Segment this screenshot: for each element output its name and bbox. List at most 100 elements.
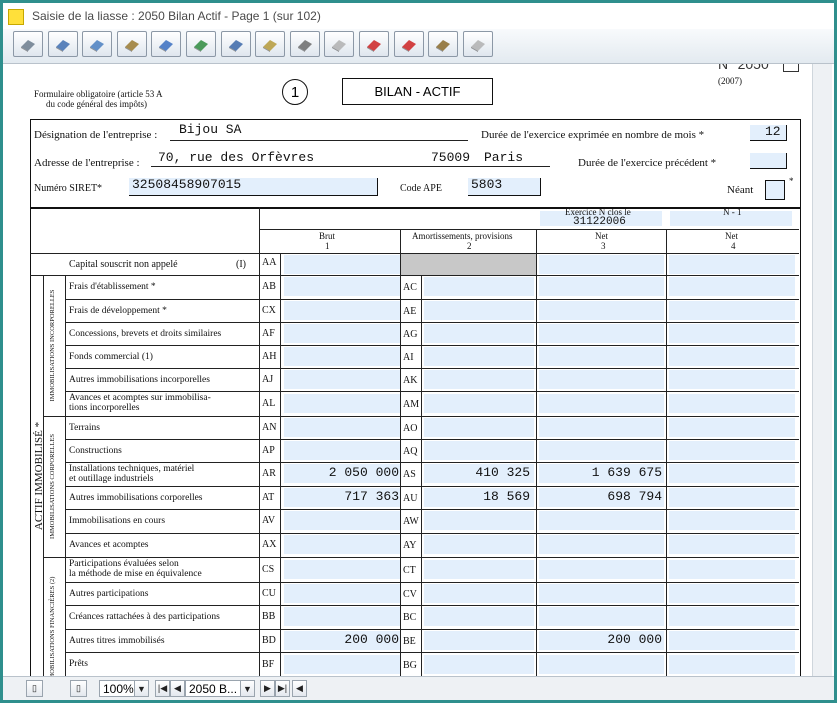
brut-field-ax[interactable] bbox=[284, 535, 400, 554]
brut-field-ab[interactable] bbox=[284, 277, 400, 296]
brut-field-cs[interactable] bbox=[284, 560, 400, 579]
brut-field-bb[interactable] bbox=[284, 607, 400, 626]
net1-field-ax[interactable] bbox=[669, 535, 795, 554]
net-field-ap[interactable] bbox=[539, 441, 664, 460]
brut-field-an[interactable] bbox=[284, 418, 400, 437]
stack-button[interactable] bbox=[289, 31, 320, 57]
net1-field-cu[interactable] bbox=[669, 584, 795, 603]
disabled-stack-button[interactable] bbox=[324, 31, 355, 57]
duree-prec-field[interactable] bbox=[750, 153, 787, 169]
amort-field-aq[interactable] bbox=[424, 441, 534, 460]
table-grid-line bbox=[65, 275, 66, 676]
amort-field-bc[interactable] bbox=[424, 607, 534, 626]
net1-field-bd[interactable] bbox=[669, 631, 795, 650]
net-field-ab[interactable] bbox=[539, 277, 664, 296]
net1-field-ab[interactable] bbox=[669, 277, 795, 296]
amort-field-ct[interactable] bbox=[424, 560, 534, 579]
net-field-aj[interactable] bbox=[539, 370, 664, 389]
capital-net-field[interactable] bbox=[539, 255, 664, 274]
net-field-al[interactable] bbox=[539, 394, 664, 413]
net1-field-af[interactable] bbox=[669, 324, 795, 343]
brut-field-av[interactable] bbox=[284, 511, 400, 530]
brut-field-al[interactable] bbox=[284, 394, 400, 413]
check-button[interactable] bbox=[186, 31, 216, 57]
net-field-ax[interactable] bbox=[539, 535, 664, 554]
net-field-bf[interactable] bbox=[539, 655, 664, 674]
net1-field-av[interactable] bbox=[669, 511, 795, 530]
amort-field-aw[interactable] bbox=[424, 511, 534, 530]
table-grid-line bbox=[421, 345, 422, 368]
net1-field-bf[interactable] bbox=[669, 655, 795, 674]
net1-field-ah[interactable] bbox=[669, 347, 795, 366]
row-separator bbox=[65, 533, 799, 534]
first-page-icon[interactable]: |◀ bbox=[155, 680, 170, 697]
scroll-left-icon[interactable]: ◀ bbox=[292, 680, 307, 697]
designation-field[interactable]: Bijou SA bbox=[179, 122, 241, 137]
net-field-an[interactable] bbox=[539, 418, 664, 437]
search-button[interactable] bbox=[151, 31, 182, 57]
amort-field-ae[interactable] bbox=[424, 301, 534, 320]
amort-field-be[interactable] bbox=[424, 631, 534, 650]
net1-field-ap[interactable] bbox=[669, 441, 795, 460]
printer-button[interactable] bbox=[428, 31, 459, 57]
net-field-cx[interactable] bbox=[539, 301, 664, 320]
next-page-icon[interactable]: ▶ bbox=[260, 680, 275, 697]
pen-button[interactable] bbox=[47, 31, 78, 57]
brut-field-ah[interactable] bbox=[284, 347, 400, 366]
red-folder-button[interactable] bbox=[359, 31, 389, 57]
amort-field-ao[interactable] bbox=[424, 418, 534, 437]
brut-field-aj[interactable] bbox=[284, 370, 400, 389]
capital-net1-field[interactable] bbox=[669, 255, 795, 274]
cp-field[interactable]: 75009 bbox=[431, 150, 470, 165]
net-field-bb[interactable] bbox=[539, 607, 664, 626]
print-button[interactable] bbox=[220, 31, 251, 57]
net1-field-ar[interactable] bbox=[669, 464, 795, 483]
net1-field-al[interactable] bbox=[669, 394, 795, 413]
net1-field-cx[interactable] bbox=[669, 301, 795, 320]
last-page-icon[interactable]: ▶| bbox=[275, 680, 290, 697]
search-people-button[interactable] bbox=[82, 31, 113, 57]
table-grid-line bbox=[280, 533, 281, 557]
net-field-ah[interactable] bbox=[539, 347, 664, 366]
net1-field-an[interactable] bbox=[669, 418, 795, 437]
amort-field-ak[interactable] bbox=[424, 370, 534, 389]
page-dropdown-icon[interactable]: ▼ bbox=[240, 680, 255, 697]
page-icon[interactable]: ▯ bbox=[26, 680, 43, 697]
brut-field-cu[interactable] bbox=[284, 584, 400, 603]
zoom-dropdown-icon[interactable]: ▼ bbox=[134, 680, 149, 697]
form-page: Formulaire obligatoire (article 53 A du … bbox=[5, 64, 810, 676]
amort-field-ay[interactable] bbox=[424, 535, 534, 554]
book-button[interactable] bbox=[13, 31, 43, 57]
col-brut-n: 1 bbox=[325, 241, 330, 251]
net1-field-aj[interactable] bbox=[669, 370, 795, 389]
neant-checkbox[interactable] bbox=[765, 180, 785, 200]
ville-field[interactable]: Paris bbox=[484, 150, 523, 165]
prev-page-icon[interactable]: ◀ bbox=[170, 680, 185, 697]
net1-field-cs[interactable] bbox=[669, 560, 795, 579]
net1-field-bb[interactable] bbox=[669, 607, 795, 626]
brut-field-cx[interactable] bbox=[284, 301, 400, 320]
net-field-cs[interactable] bbox=[539, 560, 664, 579]
amort-field-am[interactable] bbox=[424, 394, 534, 413]
open-book-button[interactable] bbox=[255, 31, 286, 57]
form-note: Formulaire obligatoire (article 53 A bbox=[34, 89, 163, 99]
doc-icon[interactable]: ▯ bbox=[70, 680, 87, 697]
net-field-av[interactable] bbox=[539, 511, 664, 530]
brut-field-af[interactable] bbox=[284, 324, 400, 343]
edit-button[interactable] bbox=[116, 31, 147, 57]
amort-field-ag[interactable] bbox=[424, 324, 534, 343]
capital-brut-field[interactable] bbox=[284, 255, 400, 274]
brut-field-bf[interactable] bbox=[284, 655, 400, 674]
amort-field-cv[interactable] bbox=[424, 584, 534, 603]
net-field-af[interactable] bbox=[539, 324, 664, 343]
amort-field-bg[interactable] bbox=[424, 655, 534, 674]
net1-field-at[interactable] bbox=[669, 488, 795, 507]
amort-field-ai[interactable] bbox=[424, 347, 534, 366]
adresse-field[interactable]: 70, rue des Orfèvres bbox=[158, 150, 314, 165]
disabled-tool-button[interactable] bbox=[462, 31, 493, 57]
vertical-scrollbar[interactable] bbox=[812, 64, 832, 676]
amort-field-ac[interactable] bbox=[424, 277, 534, 296]
brut-field-ap[interactable] bbox=[284, 441, 400, 460]
net-field-cu[interactable] bbox=[539, 584, 664, 603]
red-refresh-button[interactable] bbox=[393, 31, 424, 57]
